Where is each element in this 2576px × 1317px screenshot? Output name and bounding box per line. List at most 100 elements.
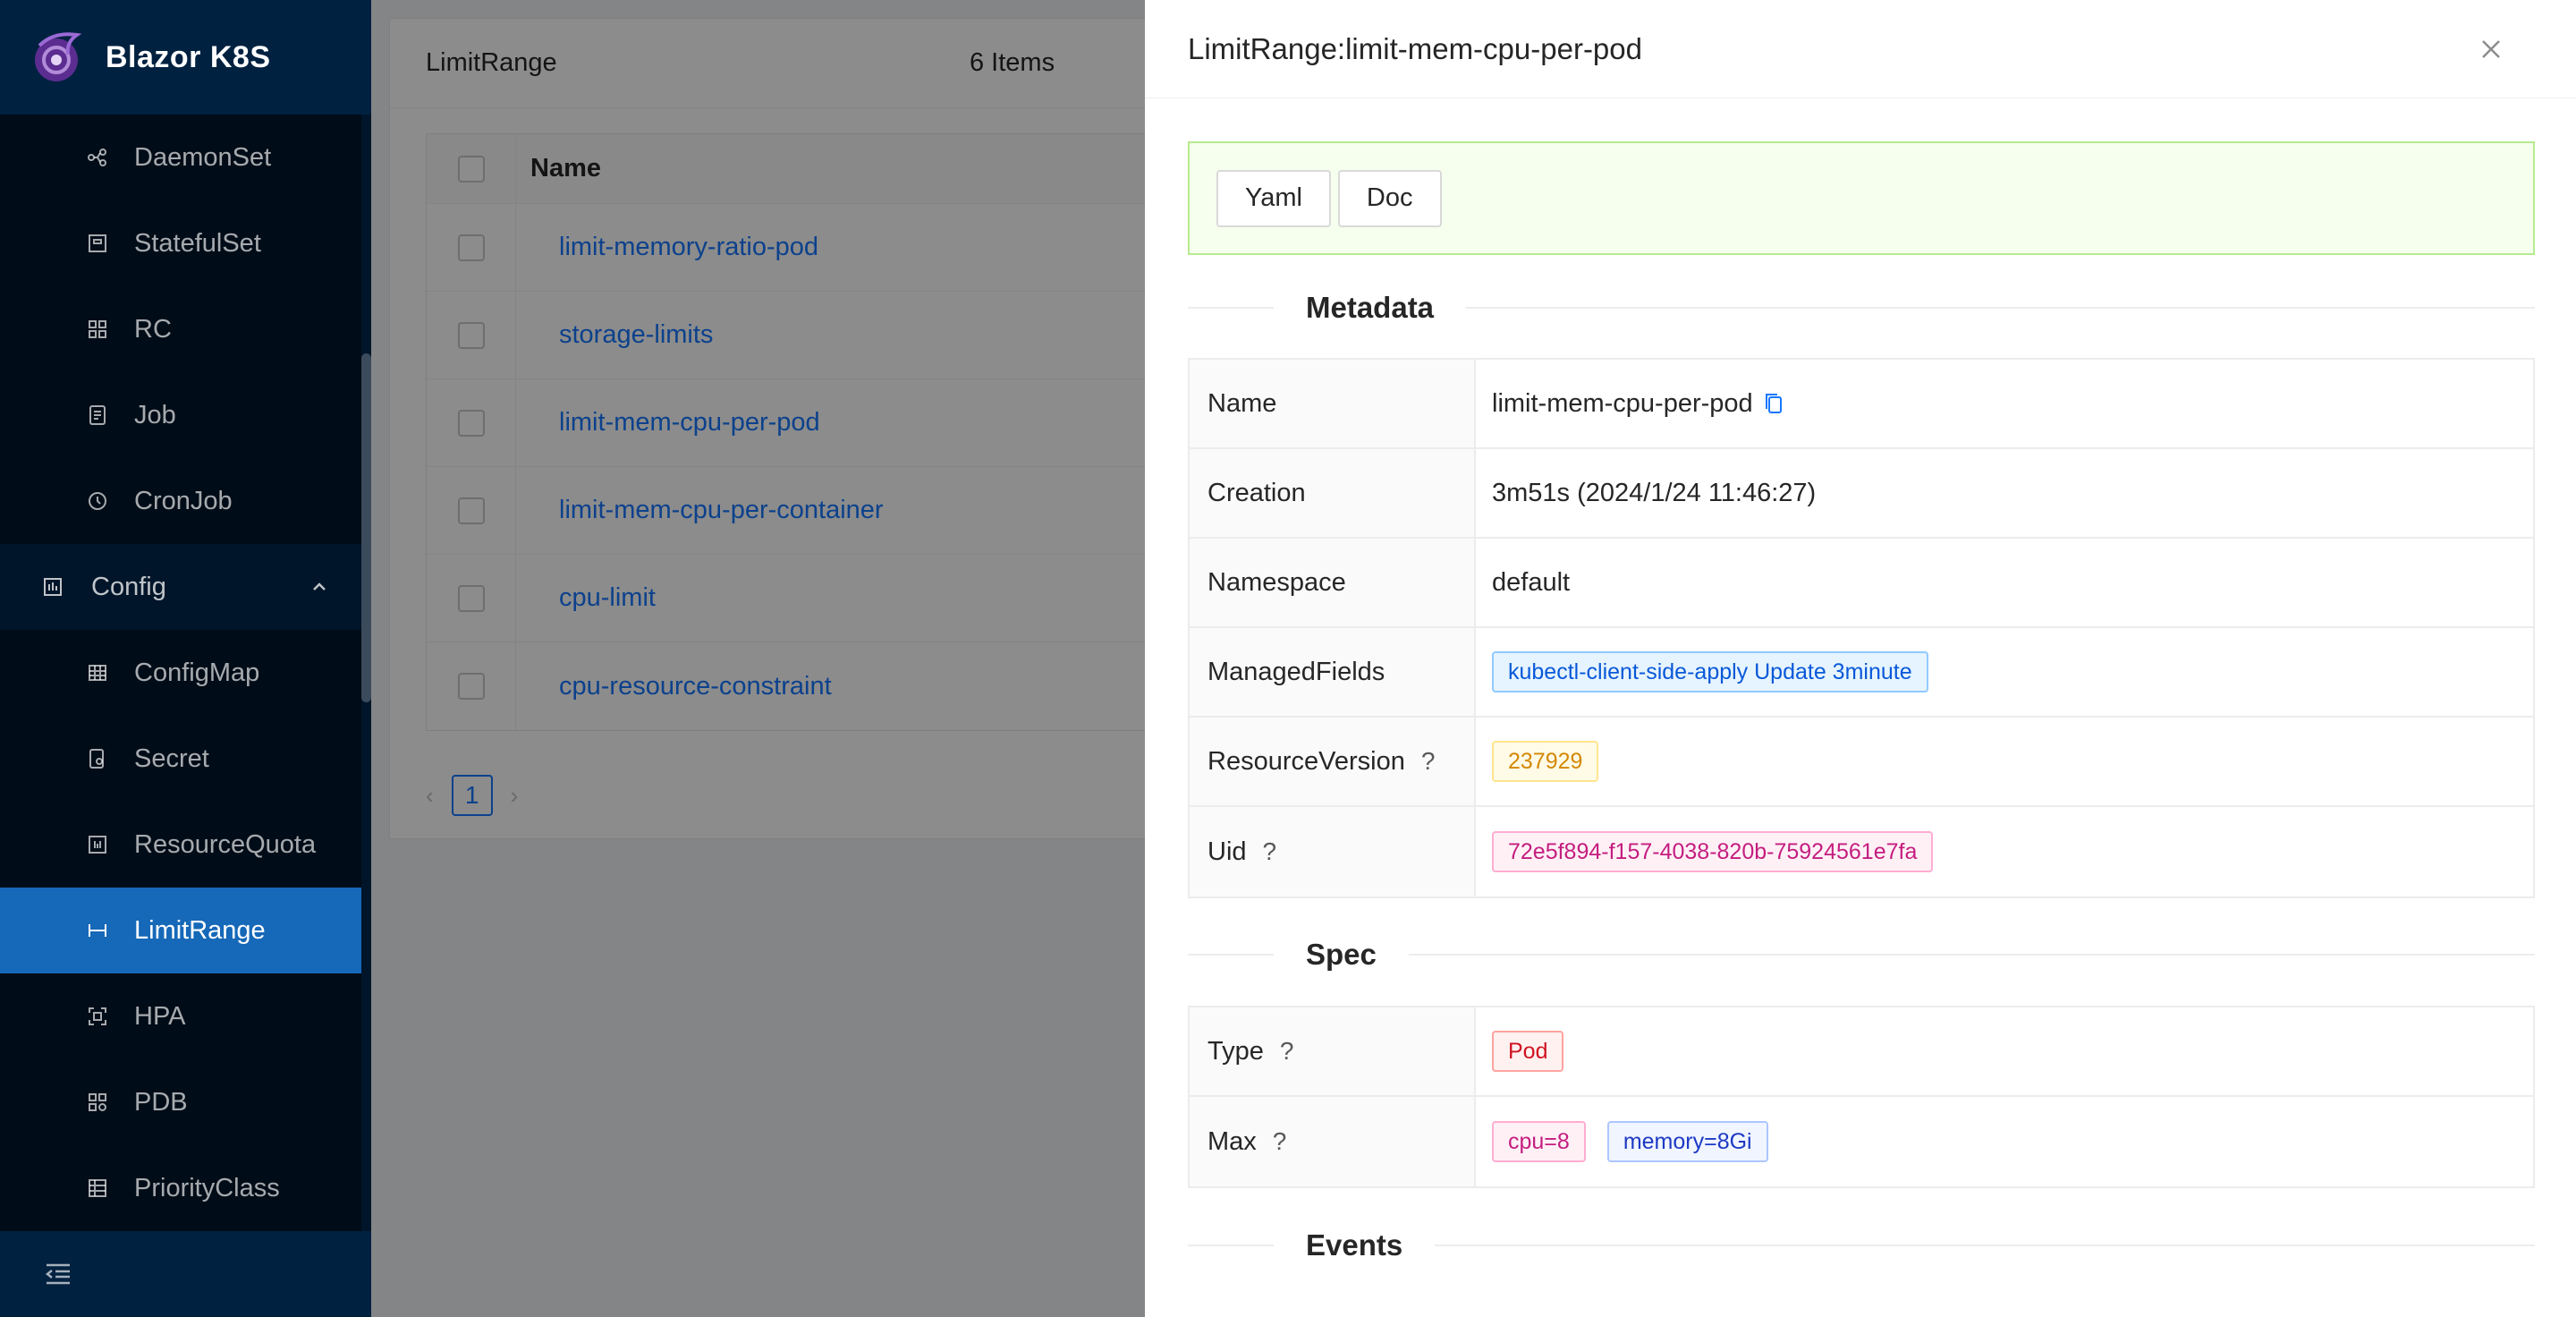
creation-value: 3m51s (2024/1/24 11:46:27) [1492,478,1817,507]
sidebar-item-label: PDB [134,1087,188,1117]
desc-label: Max [1208,1126,1257,1156]
desc-label: Uid [1208,837,1247,866]
action-bar: Yaml Doc [1188,141,2535,255]
spec-divider: Spec [1188,928,2535,981]
sidebar-item-configmap[interactable]: ConfigMap [0,630,361,716]
metadata-divider: Metadata [1188,281,2535,335]
sidebar-item-limitrange[interactable]: LimitRange [0,888,361,973]
desc-label: ResourceVersion [1208,746,1405,776]
desc-value: 72e5f894-f157-4038-820b-75924561e7fa [1476,807,2533,896]
daemonset-icon [86,146,109,169]
resourcequota-icon [86,833,109,856]
menu-collapse-icon[interactable] [45,1262,72,1286]
desc-value: cpu=8 memory=8Gi [1476,1097,2533,1186]
desc-row-type: Type ? Pod [1190,1007,2533,1097]
help-icon[interactable]: ? [1421,747,1436,776]
namespace-value: default [1492,567,1571,597]
drawer-header: LimitRange:limit-mem-cpu-per-pod [1145,0,2576,98]
copy-icon[interactable] [1764,392,1784,415]
events-divider: Events [1188,1219,2535,1272]
blazor-logo-icon [35,32,82,81]
sidebar-menu: DaemonSet StatefulSet RC Job CronJob Con… [0,115,361,1231]
help-icon[interactable]: ? [1263,837,1277,866]
desc-label: ManagedFields [1190,628,1476,716]
cronjob-icon [86,489,109,513]
doc-button[interactable]: Doc [1337,169,1442,227]
section-title-events: Events [1306,1228,1403,1262]
sidebar-item-label: Secret [134,743,209,773]
desc-value: limit-mem-cpu-per-pod [1476,360,2533,447]
sidebar: Blazor K8S DaemonSet StatefulSet RC Job … [0,0,371,1317]
desc-row-resourceversion: ResourceVersion ? 237929 [1190,718,2533,807]
close-icon[interactable] [2474,32,2508,66]
desc-value: 237929 [1476,718,2533,805]
managed-fields-tag[interactable]: kubectl-client-side-apply Update 3minute [1492,651,1928,692]
sidebar-item-label: ConfigMap [134,658,260,687]
metadata-table: Name limit-mem-cpu-per-pod Creation 3m51… [1188,358,2535,898]
sidebar-item-daemonset[interactable]: DaemonSet [0,115,361,200]
sidebar-item-rc[interactable]: RC [0,286,361,372]
desc-row-managedfields: ManagedFields kubectl-client-side-apply … [1190,628,2533,718]
desc-label: Namespace [1190,539,1476,626]
sidebar-footer [0,1231,371,1317]
config-icon [41,575,64,599]
sidebar-item-cronjob[interactable]: CronJob [0,458,361,544]
chevron-up-icon[interactable] [309,577,329,597]
job-icon [86,404,109,427]
desc-row-max: Max ? cpu=8 memory=8Gi [1190,1097,2533,1186]
desc-label-cell: Uid ? [1190,807,1476,896]
sidebar-item-secret[interactable]: Secret [0,716,361,802]
sidebar-item-label: LimitRange [134,915,266,945]
secret-icon [86,747,109,770]
max-memory-tag: memory=8Gi [1606,1121,1768,1162]
sidebar-scrollbar-thumb[interactable] [361,353,371,702]
app-title: Blazor K8S [106,39,271,74]
configmap-icon [86,661,109,684]
sidebar-item-statefulset[interactable]: StatefulSet [0,200,361,286]
section-title-metadata: Metadata [1306,291,1435,324]
drawer-title: LimitRange:limit-mem-cpu-per-pod [1188,31,1642,65]
help-icon[interactable]: ? [1273,1127,1287,1156]
name-value: limit-mem-cpu-per-pod [1492,388,1753,418]
sidebar-item-label: RC [134,314,172,344]
brand[interactable]: Blazor K8S [0,0,371,115]
sidebar-item-resourcequota[interactable]: ResourceQuota [0,802,361,888]
type-tag: Pod [1492,1031,1564,1072]
resource-version-tag: 237929 [1492,741,1599,782]
sidebar-item-label: DaemonSet [134,142,272,172]
hpa-icon [86,1005,109,1028]
uid-tag: 72e5f894-f157-4038-820b-75924561e7fa [1492,831,1934,872]
divider-line [1466,307,2535,309]
sidebar-item-priorityclass[interactable]: PriorityClass [0,1145,361,1231]
divider-line [1188,307,1274,309]
help-icon[interactable]: ? [1280,1037,1294,1066]
desc-value: kubectl-client-side-apply Update 3minute [1476,628,2533,716]
sidebar-item-label: HPA [134,1001,186,1031]
sidebar-item-hpa[interactable]: HPA [0,973,361,1059]
limitrange-icon [86,919,109,942]
desc-row-creation: Creation 3m51s (2024/1/24 11:46:27) [1190,449,2533,539]
desc-label-cell: Type ? [1190,1007,1476,1095]
desc-row-uid: Uid ? 72e5f894-f157-4038-820b-75924561e7… [1190,807,2533,896]
sidebar-item-pdb[interactable]: PDB [0,1059,361,1145]
divider-line [1188,1245,1274,1246]
rc-icon [86,318,109,341]
pdb-icon [86,1091,109,1114]
sidebar-group-config[interactable]: Config [0,544,361,630]
desc-row-name: Name limit-mem-cpu-per-pod [1190,360,2533,449]
sidebar-item-label: Job [134,400,176,429]
sidebar-item-label: CronJob [134,486,233,515]
desc-label-cell: ResourceVersion ? [1190,718,1476,805]
divider-line [1188,954,1274,956]
desc-label-cell: Max ? [1190,1097,1476,1186]
divider-line [1435,1245,2535,1246]
desc-row-namespace: Namespace default [1190,539,2533,628]
spec-table: Type ? Pod Max ? cpu=8 memory=8Gi [1188,1006,2535,1188]
desc-label: Type [1208,1036,1264,1066]
divider-line [1408,954,2535,956]
section-title-spec: Spec [1306,938,1377,971]
yaml-button[interactable]: Yaml [1216,169,1331,227]
sidebar-item-label: Config [91,572,166,601]
sidebar-item-job[interactable]: Job [0,372,361,458]
sidebar-item-label: PriorityClass [134,1173,280,1202]
